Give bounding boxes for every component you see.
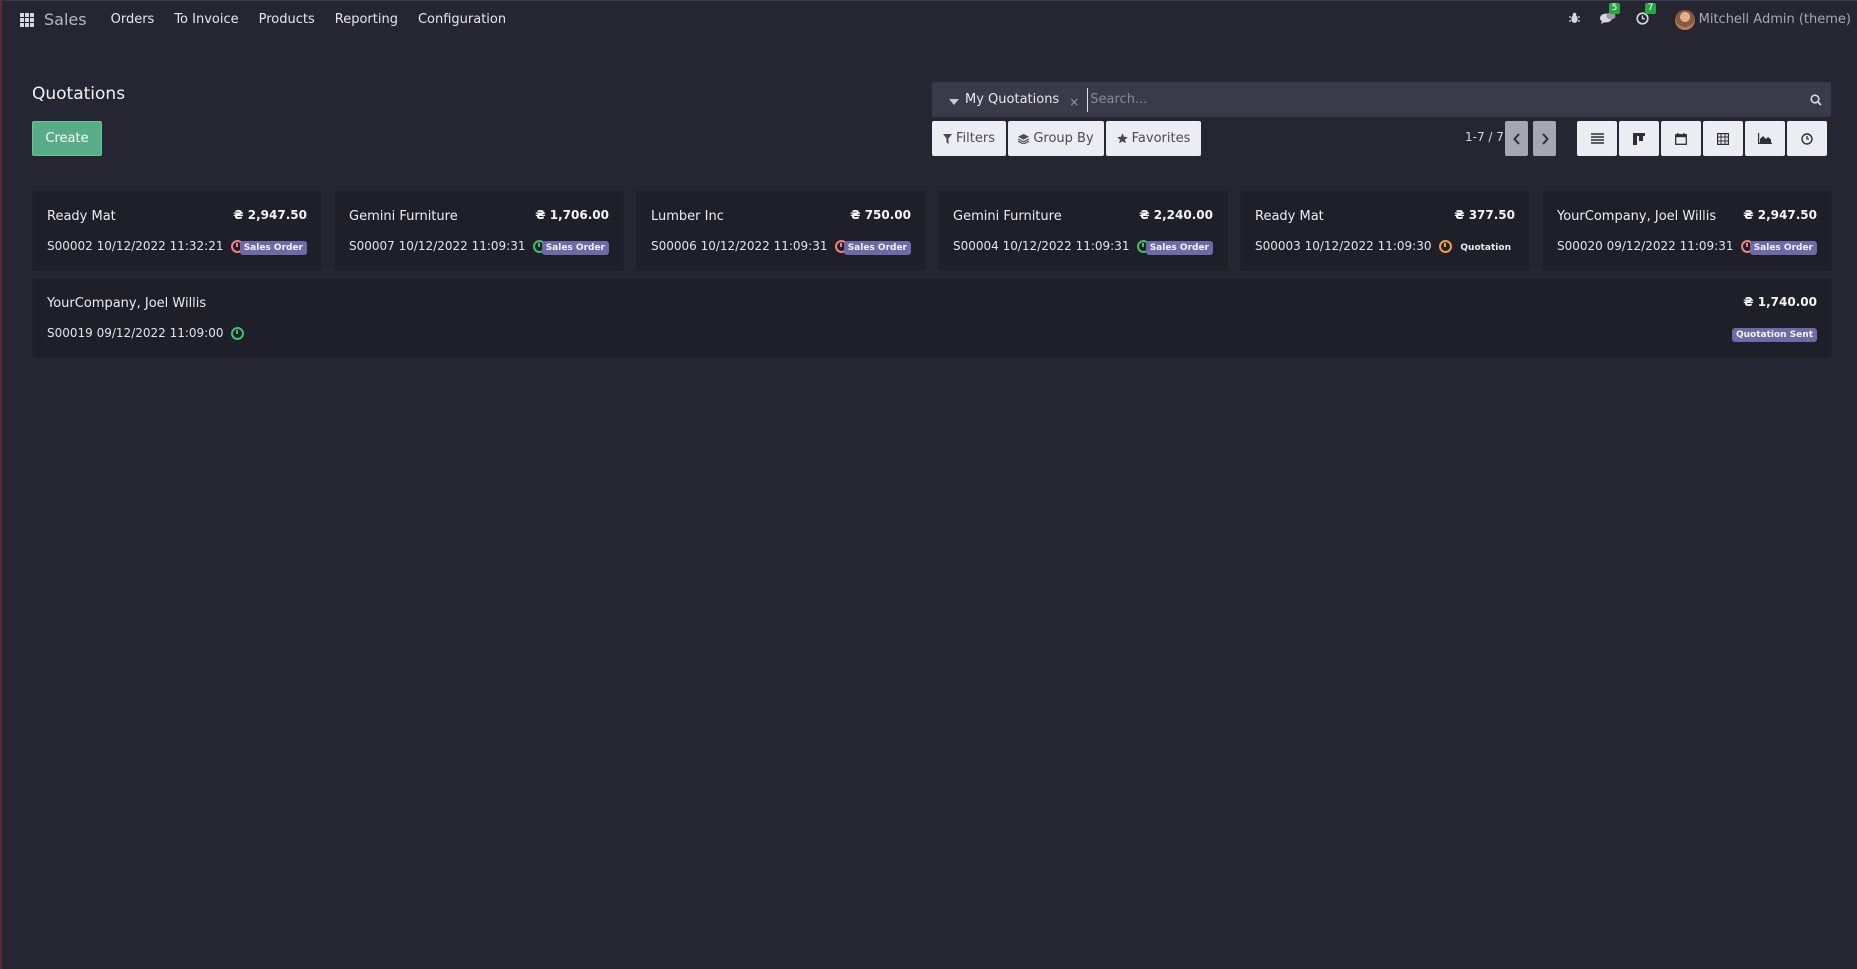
kanban-card[interactable]: YourCompany, Joel Willis ₴ 2,947.50 S000… [1542, 191, 1832, 271]
kanban-card[interactable]: YourCompany, Joel Willis ₴ 1,740.00 S000… [32, 278, 1832, 358]
activity-clock-icon[interactable] [231, 326, 245, 340]
app-brand[interactable]: Sales [44, 10, 87, 29]
status-badge: Sales Order [541, 241, 609, 255]
create-button[interactable]: Create [32, 121, 102, 156]
menu-products[interactable]: Products [259, 12, 315, 27]
card-reference: S00019 09/12/2022 11:09:00 [47, 326, 224, 340]
list-icon [1590, 133, 1604, 144]
status-badge: Sales Order [843, 241, 911, 255]
menu-to-invoice[interactable]: To Invoice [174, 12, 238, 27]
card-ref-date: S00003 10/12/2022 11:09:30 [1255, 239, 1453, 253]
activity-view-button[interactable] [1787, 121, 1827, 156]
card-ref-date: S00007 10/12/2022 11:09:31 [349, 239, 547, 253]
kanban-icon [1633, 132, 1645, 145]
top-navbar: Sales Orders To Invoice Products Reporti… [2, 0, 1857, 38]
card-reference: S00006 10/12/2022 11:09:31 [651, 239, 828, 253]
card-amount: ₴ 2,947.50 [233, 208, 307, 222]
card-reference: S00007 10/12/2022 11:09:31 [349, 239, 526, 253]
search-facet: My Quotations × [949, 91, 1079, 109]
kanban-view-button[interactable] [1619, 121, 1659, 156]
messages-icon[interactable]: 5 [1599, 2, 1621, 28]
pivot-view-button[interactable] [1703, 121, 1743, 156]
menu-orders[interactable]: Orders [111, 12, 155, 27]
group-by-button[interactable]: Group By [1008, 121, 1104, 156]
filter-icon [943, 133, 953, 144]
search-icon[interactable] [1801, 93, 1831, 106]
card-ref-date: S00002 10/12/2022 11:32:21 [47, 239, 245, 253]
card-ref-date: S00020 09/12/2022 11:09:31 [1557, 239, 1755, 253]
filters-button[interactable]: Filters [932, 121, 1006, 156]
filters-label: Filters [956, 131, 995, 146]
card-partner: YourCompany, Joel Willis [1557, 209, 1717, 224]
status-badge: Sales Order [239, 241, 307, 255]
card-partner: YourCompany, Joel Willis [47, 296, 207, 311]
chevron-right-icon [1541, 132, 1549, 145]
activities-count-badge: 7 [1644, 2, 1657, 14]
star-icon [1116, 133, 1128, 144]
kanban-card[interactable]: Lumber Inc ₴ 750.00 S00006 10/12/2022 11… [636, 191, 926, 271]
status-badge: Sales Order [1749, 241, 1817, 255]
card-reference: S00003 10/12/2022 11:09:30 [1255, 239, 1432, 253]
status-badge: Quotation Sent [1731, 328, 1817, 342]
card-partner: Gemini Furniture [349, 209, 458, 224]
list-view-button[interactable] [1577, 121, 1617, 156]
card-amount: ₴ 1,706.00 [535, 208, 609, 222]
facet-label: My Quotations [965, 92, 1060, 107]
card-partner: Lumber Inc [651, 209, 724, 224]
facet-filter-icon [949, 98, 959, 105]
kanban-card[interactable]: Gemini Furniture ₴ 2,240.00 S00004 10/12… [938, 191, 1228, 271]
layers-icon [1018, 133, 1030, 144]
card-amount: ₴ 2,240.00 [1139, 208, 1213, 222]
kanban-card[interactable]: Ready Mat ₴ 2,947.50 S00002 10/12/2022 1… [32, 191, 322, 271]
card-partner: Ready Mat [47, 209, 116, 224]
card-amount: ₴ 2,947.50 [1743, 208, 1817, 222]
kanban-card[interactable]: Gemini Furniture ₴ 1,706.00 S00007 10/12… [334, 191, 624, 271]
area-chart-icon [1758, 133, 1772, 144]
card-amount: ₴ 377.50 [1454, 208, 1515, 222]
apps-menu-icon[interactable] [20, 12, 34, 27]
status-badge: Sales Order [1145, 241, 1213, 255]
group-by-label: Group By [1033, 131, 1094, 146]
clock-icon [1801, 132, 1813, 145]
debug-bug-icon[interactable] [1568, 12, 1580, 27]
card-ref-date: S00004 10/12/2022 11:09:31 [953, 239, 1151, 253]
table-icon [1717, 132, 1729, 145]
favorites-label: Favorites [1131, 131, 1191, 146]
activities-clock-icon[interactable]: 7 [1636, 2, 1657, 28]
card-amount: ₴ 750.00 [850, 208, 911, 222]
card-ref-date: S00019 09/12/2022 11:09:00 [47, 326, 245, 340]
search-bar: My Quotations × [932, 82, 1831, 117]
graph-view-button[interactable] [1745, 121, 1785, 156]
user-menu-name[interactable]: Mitchell Admin (theme) [1699, 12, 1851, 27]
search-input[interactable] [1087, 87, 1801, 112]
user-avatar[interactable] [1674, 9, 1695, 30]
card-reference: S00002 10/12/2022 11:32:21 [47, 239, 224, 253]
kanban-card[interactable]: Ready Mat ₴ 377.50 S00003 10/12/2022 11:… [1240, 191, 1530, 271]
card-amount: ₴ 1,740.00 [1743, 295, 1817, 309]
card-reference: S00020 09/12/2022 11:09:31 [1557, 239, 1734, 253]
menu-configuration[interactable]: Configuration [418, 12, 506, 27]
page-title: Quotations [32, 84, 126, 104]
menu-reporting[interactable]: Reporting [335, 12, 398, 27]
card-reference: S00004 10/12/2022 11:09:31 [953, 239, 1130, 253]
favorites-button[interactable]: Favorites [1106, 121, 1201, 156]
pager-previous-button[interactable] [1505, 121, 1528, 156]
calendar-icon [1675, 132, 1687, 145]
card-ref-date: S00006 10/12/2022 11:09:31 [651, 239, 849, 253]
calendar-view-button[interactable] [1661, 121, 1701, 156]
facet-remove-icon[interactable]: × [1069, 95, 1079, 109]
status-badge: Quotation [1460, 243, 1511, 253]
messages-count-badge: 5 [1608, 2, 1621, 14]
chevron-left-icon [1512, 132, 1520, 145]
pager-next-button[interactable] [1533, 121, 1556, 156]
activity-clock-icon[interactable] [1439, 239, 1453, 253]
card-partner: Ready Mat [1255, 209, 1324, 224]
pager-value[interactable]: 1-7 / 7 [1465, 130, 1504, 144]
systray: 5 7 Mitchell Admin (theme) [1559, 2, 1851, 30]
card-partner: Gemini Furniture [953, 209, 1062, 224]
